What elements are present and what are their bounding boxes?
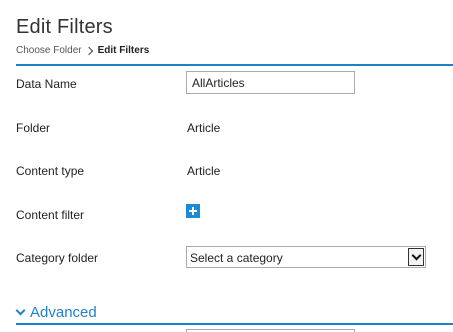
content-type-label: Content type [16, 164, 85, 178]
content-type-value: Article [187, 164, 221, 178]
advanced-toggle[interactable]: Advanced [15, 304, 97, 321]
category-folder-select[interactable]: Select a category [186, 246, 426, 268]
category-folder-label: Category folder [16, 251, 99, 265]
breadcrumb-item-edit-filters: Edit Filters [97, 45, 150, 56]
add-content-filter-button[interactable] [186, 204, 200, 218]
breadcrumb-item-choose-folder[interactable]: Choose Folder [16, 45, 82, 56]
page-title: Edit Filters [16, 16, 113, 38]
folder-label: Folder [16, 121, 51, 135]
chevron-down-icon [15, 305, 26, 316]
data-name-input[interactable] [186, 71, 355, 94]
chevron-down-icon[interactable] [408, 248, 424, 266]
folder-value: Article [187, 121, 221, 135]
section-divider [16, 64, 453, 66]
edit-filters-page: Edit Filters Choose Folder Edit Filters … [0, 0, 453, 332]
category-folder-selected-value: Select a category [190, 251, 283, 265]
data-name-label: Data Name [16, 77, 77, 91]
breadcrumb: Choose Folder Edit Filters [16, 45, 149, 56]
advanced-label: Advanced [30, 304, 97, 321]
advanced-divider [16, 323, 453, 325]
content-filter-label: Content filter [16, 208, 85, 222]
chevron-right-icon [84, 46, 93, 55]
